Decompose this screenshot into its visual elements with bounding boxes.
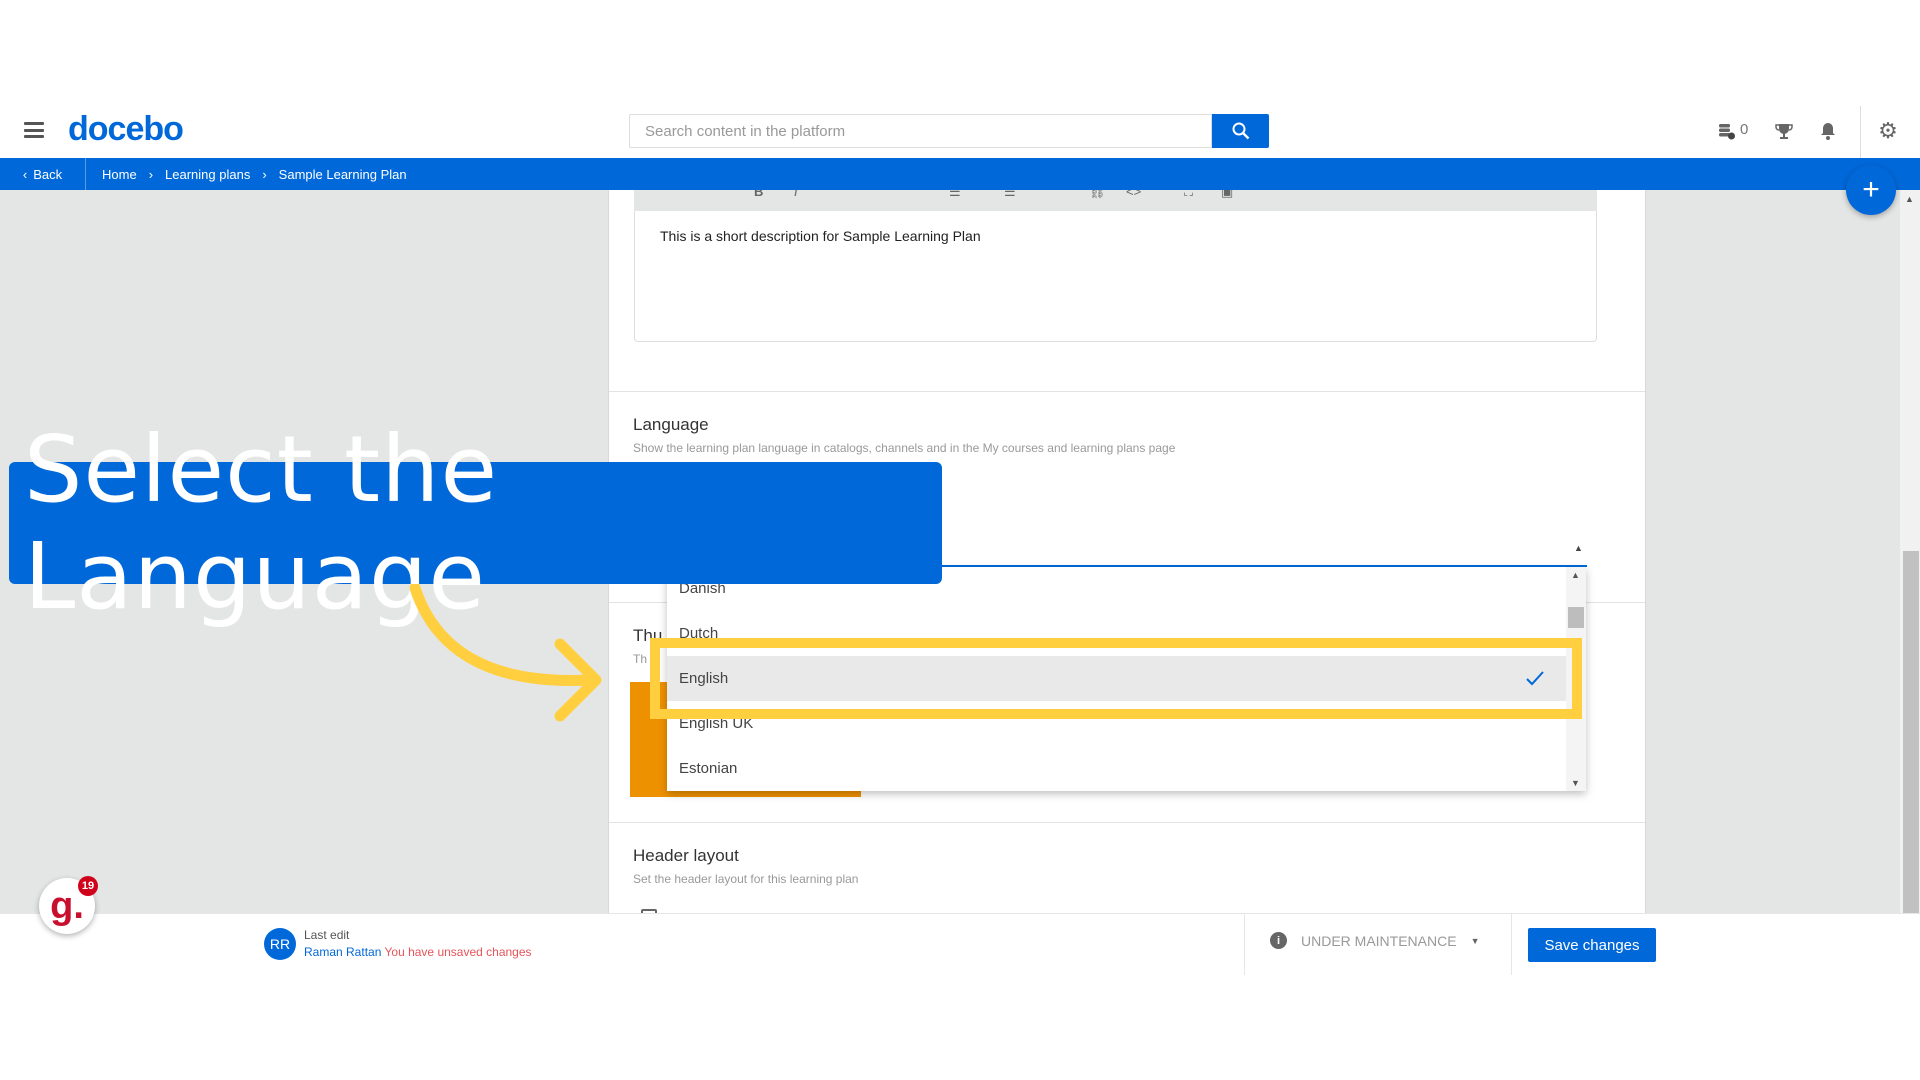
divider — [1860, 106, 1861, 158]
docebo-logo[interactable]: docebo — [68, 110, 184, 149]
footer-bar: RR Last edit Raman Rattan You have unsav… — [0, 913, 1920, 975]
header-layout-title: Header layout — [633, 846, 739, 865]
search-icon — [1232, 122, 1249, 140]
info-icon[interactable]: i — [1270, 932, 1287, 949]
breadcrumb-current: Sample Learning Plan — [278, 166, 407, 182]
chevron-right-icon: › — [262, 166, 267, 182]
chevron-left-icon: ‹ — [22, 166, 28, 182]
coins-count: 0 — [1740, 121, 1749, 138]
scroll-down-icon[interactable]: ▼ — [1571, 778, 1580, 788]
gear-icon[interactable]: ⚙ — [1875, 118, 1901, 144]
caret-up-icon[interactable]: ▲ — [1574, 543, 1583, 553]
divider — [1511, 914, 1512, 975]
back-button[interactable]: ‹ Back — [0, 158, 86, 190]
italic-icon[interactable]: I — [794, 190, 798, 199]
hamburger-menu-icon[interactable] — [24, 122, 44, 138]
divider — [609, 822, 1645, 823]
divider — [1244, 914, 1245, 975]
editor-name: Raman Rattan — [304, 945, 382, 959]
header-layout-description: Set the header layout for this learning … — [633, 872, 859, 886]
coins-icon[interactable] — [1714, 118, 1740, 144]
bell-icon[interactable] — [1815, 118, 1841, 144]
last-edit-label: Last edit — [304, 928, 350, 942]
trophy-icon[interactable] — [1771, 118, 1797, 144]
tutorial-callout: Select the Language — [9, 416, 942, 630]
top-bar: docebo Search content in the platform 0 … — [0, 0, 1920, 158]
last-edit-info: Raman Rattan You have unsaved changes — [304, 945, 532, 959]
scrollbar-thumb[interactable] — [1568, 607, 1584, 628]
caret-down-icon: ▼ — [1470, 935, 1480, 946]
add-button[interactable]: + — [1846, 165, 1896, 215]
option-estonian[interactable]: Estonian — [667, 746, 1566, 791]
breadcrumb-home[interactable]: Home — [102, 167, 137, 182]
chevron-right-icon: › — [148, 166, 154, 182]
status-select[interactable]: i UNDER MAINTENANCE ▼ — [1270, 932, 1480, 949]
divider — [609, 391, 1645, 392]
search-button[interactable] — [1212, 114, 1269, 148]
status-label: UNDER MAINTENANCE — [1301, 932, 1457, 949]
back-label: Back — [33, 166, 63, 182]
ordered-list-icon[interactable]: ☰ — [949, 190, 961, 200]
notification-badge: 19 — [78, 876, 98, 896]
description-editor[interactable]: This is a short description for Sample L… — [634, 211, 1597, 342]
unsaved-changes: You have unsaved changes — [384, 945, 532, 959]
scroll-up-icon[interactable]: ▲ — [1571, 570, 1580, 580]
scroll-up-icon[interactable]: ▲ — [1905, 194, 1914, 204]
breadcrumb-bar: ‹ Back Home › Learning plans › Sample Learn… — [0, 158, 1920, 190]
avatar: RR — [264, 928, 296, 960]
thumbnail-description: Th — [633, 652, 648, 666]
page-scrollbar[interactable]: ▲ — [1900, 190, 1920, 913]
highlight-box — [650, 638, 1582, 719]
scrollbar-thumb[interactable] — [1903, 551, 1919, 913]
image-icon[interactable]: ▣ — [1221, 190, 1233, 200]
code-icon[interactable]: <> — [1126, 190, 1141, 199]
fullscreen-icon[interactable]: ⛶ — [1184, 190, 1193, 200]
search-input[interactable]: Search content in the platform — [629, 114, 1212, 148]
breadcrumb: Home › Learning plans › Sample Learning Pl… — [102, 158, 407, 190]
editor-toolbar[interactable]: B I ☰ ☰ ⛓ <> ⛶ ▣ — [634, 190, 1597, 211]
bold-icon[interactable]: B — [754, 190, 763, 199]
breadcrumb-learning-plans[interactable]: Learning plans — [165, 167, 250, 182]
save-changes-button[interactable]: Save changes — [1528, 928, 1656, 962]
link-icon[interactable]: ⛓ — [1089, 190, 1106, 200]
unordered-list-icon[interactable]: ☰ — [1004, 190, 1016, 200]
arrow-icon — [409, 584, 602, 722]
